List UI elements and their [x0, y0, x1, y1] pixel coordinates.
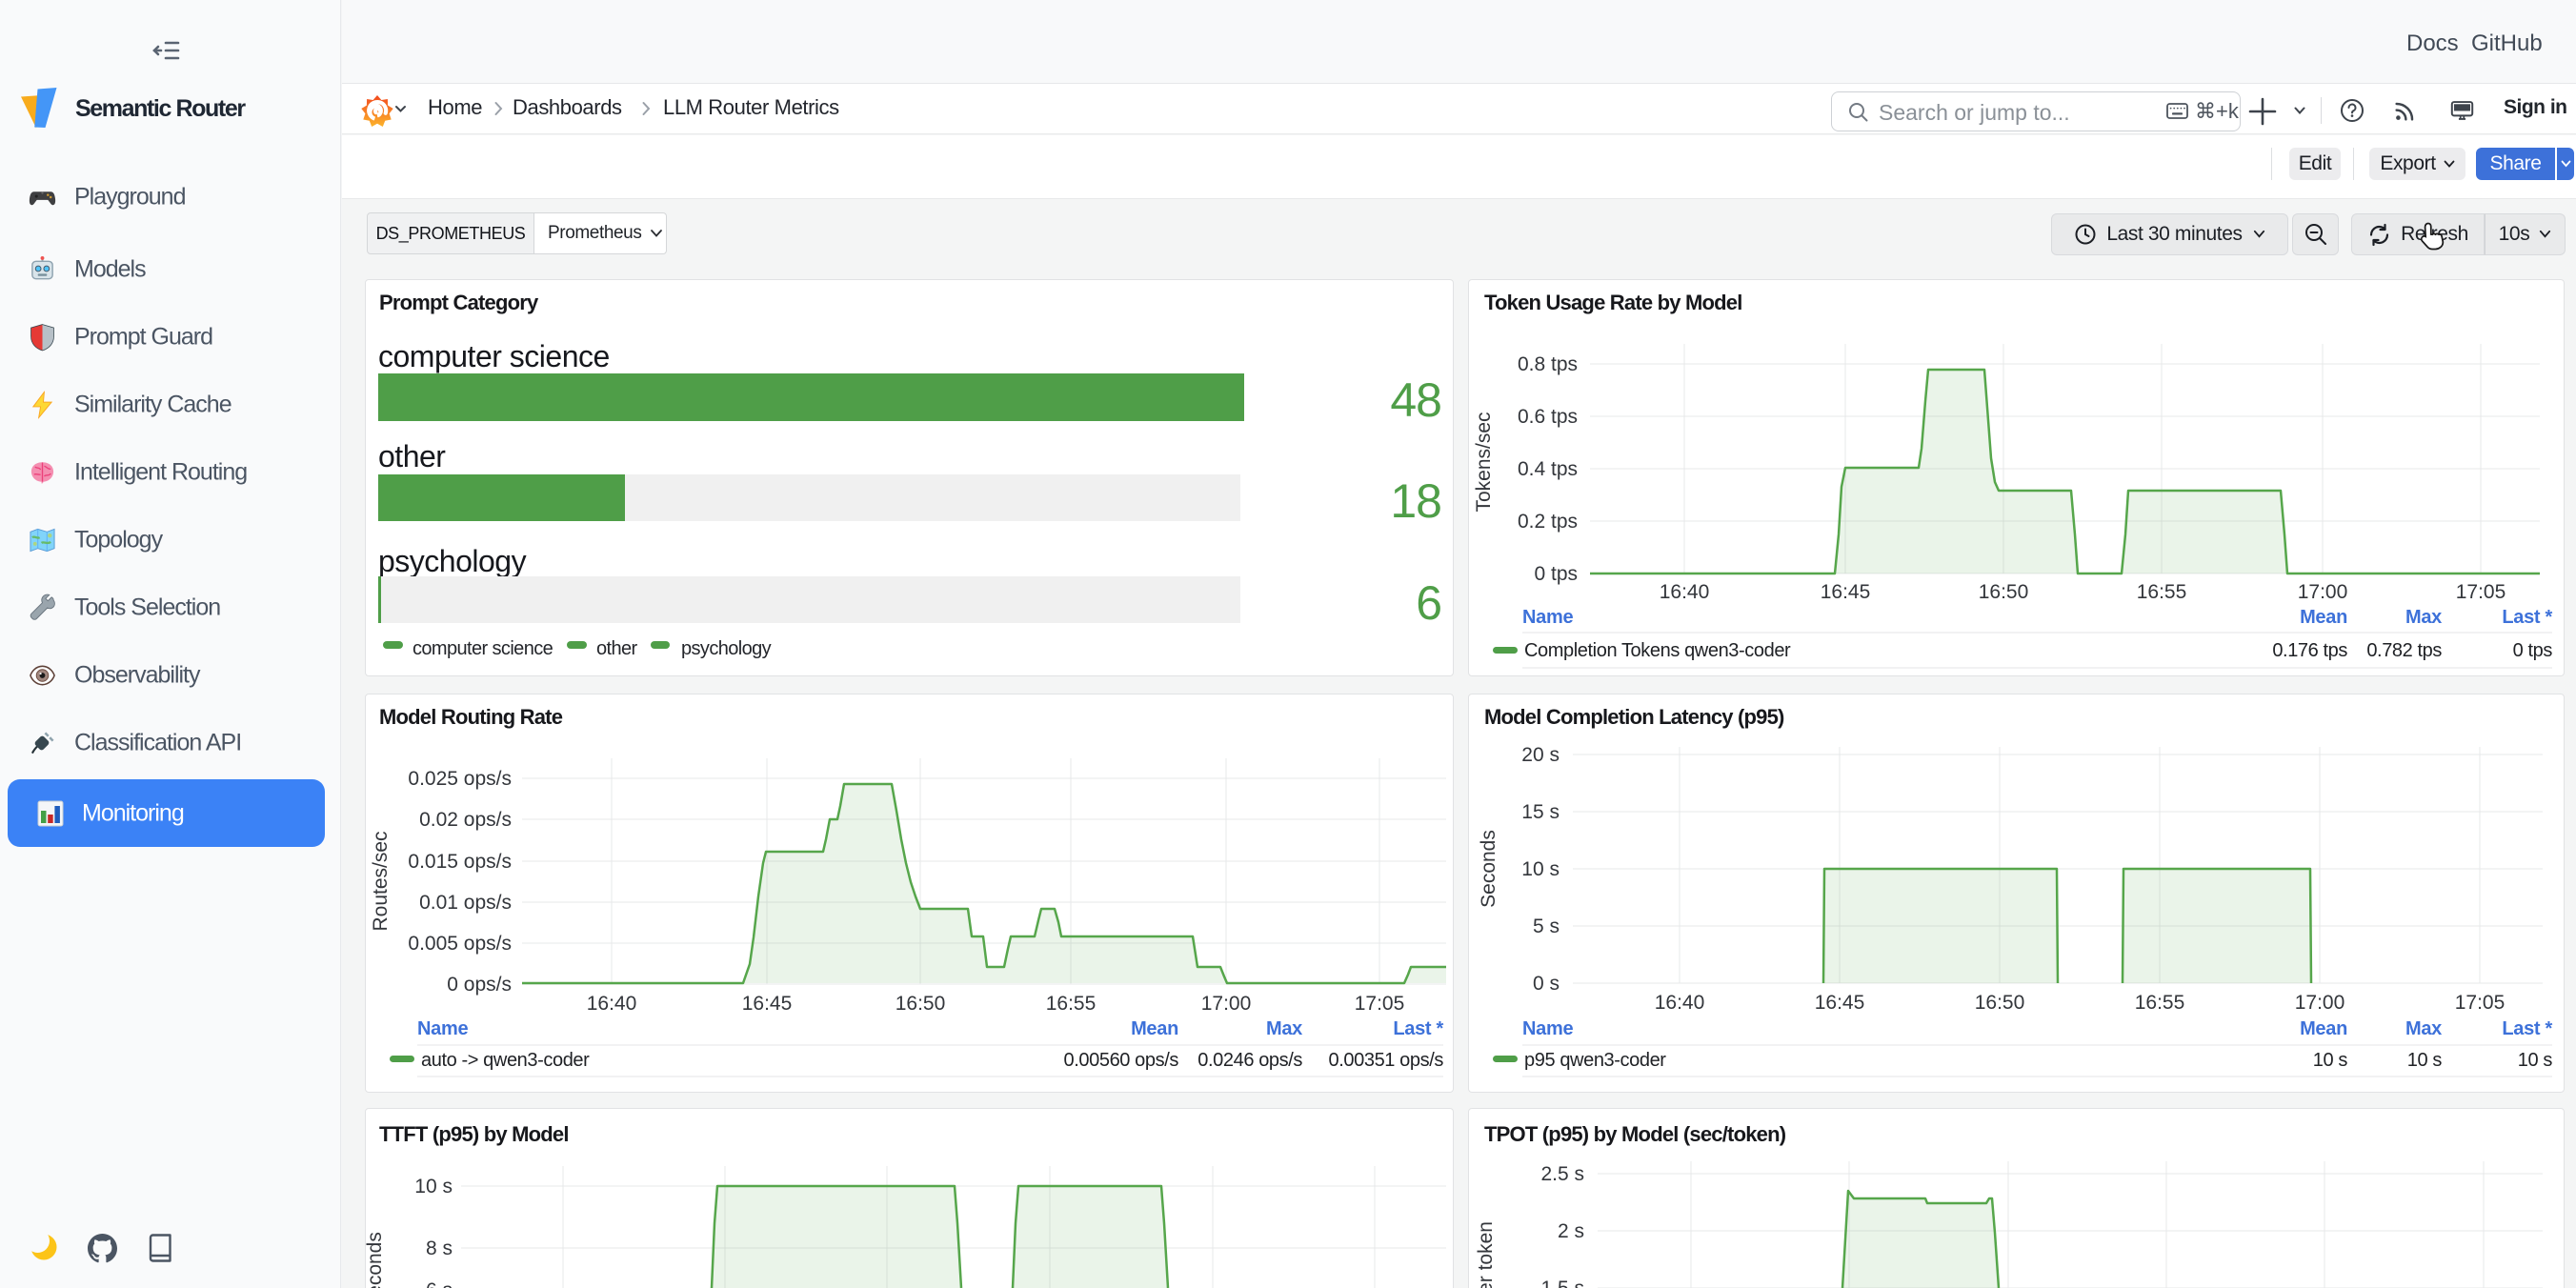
svg-text:Routes/sec: Routes/sec: [370, 831, 392, 931]
svg-text:16:40: 16:40: [1655, 992, 1705, 1014]
svg-text:Seconds: Seconds: [1478, 830, 1499, 908]
svg-text:10 s: 10 s: [2407, 1050, 2443, 1071]
svg-text:17:05: 17:05: [1355, 993, 1405, 1015]
svg-text:0 s: 0 s: [1533, 973, 1560, 995]
svg-text:Max: Max: [1266, 1018, 1302, 1039]
svg-text:other: other: [596, 638, 638, 659]
svg-text:Last *: Last *: [1393, 1018, 1443, 1039]
svg-text:Mean: Mean: [2300, 607, 2347, 628]
svg-text:17:00: 17:00: [1201, 993, 1252, 1015]
svg-text:2 s: 2 s: [1558, 1220, 1584, 1242]
svg-text:10 s: 10 s: [1521, 858, 1560, 880]
svg-text:Name: Name: [1522, 607, 1573, 628]
svg-text:Completion Tokens qwen3-coder: Completion Tokens qwen3-coder: [1524, 640, 1791, 661]
svg-text:Seconds: Seconds: [366, 1232, 386, 1288]
svg-text:Mean: Mean: [1131, 1018, 1178, 1039]
svg-text:16:55: 16:55: [2135, 992, 2185, 1014]
svg-text:5 s: 5 s: [1533, 916, 1560, 937]
svg-text:Max: Max: [2405, 1018, 2442, 1039]
svg-text:16:45: 16:45: [1815, 992, 1865, 1014]
svg-text:0.2 tps: 0.2 tps: [1518, 511, 1578, 533]
svg-text:Tokens/sec: Tokens/sec: [1473, 412, 1495, 512]
svg-text:17:05: 17:05: [2456, 581, 2506, 603]
svg-text:15 s: 15 s: [1521, 801, 1560, 823]
svg-text:0.176 tps: 0.176 tps: [2272, 640, 2347, 661]
svg-text:0.02 ops/s: 0.02 ops/s: [419, 809, 512, 831]
svg-text:10 s: 10 s: [2518, 1050, 2553, 1071]
svg-text:1.5 s: 1.5 s: [1540, 1278, 1584, 1288]
svg-text:16:55: 16:55: [1046, 993, 1097, 1015]
svg-text:Mean: Mean: [2300, 1018, 2347, 1039]
svg-text:0.6 tps: 0.6 tps: [1518, 406, 1578, 428]
svg-text:0.01 ops/s: 0.01 ops/s: [419, 892, 512, 914]
svg-text:Name: Name: [1522, 1018, 1573, 1039]
svg-text:17:00: 17:00: [2298, 581, 2348, 603]
svg-text:Last *: Last *: [2502, 607, 2552, 628]
svg-text:0.8 tps: 0.8 tps: [1518, 353, 1578, 375]
svg-text:0.015 ops/s: 0.015 ops/s: [408, 851, 512, 873]
svg-text:0.00351 ops/s: 0.00351 ops/s: [1329, 1050, 1444, 1071]
svg-text:20 s: 20 s: [1521, 744, 1560, 766]
svg-text:16:45: 16:45: [1821, 581, 1871, 603]
svg-text:10 s: 10 s: [2313, 1050, 2348, 1071]
svg-text:17:00: 17:00: [2295, 992, 2345, 1014]
svg-text:16:55: 16:55: [2137, 581, 2187, 603]
svg-text:0 tps: 0 tps: [1534, 563, 1578, 585]
svg-text:0.782 tps: 0.782 tps: [2366, 640, 2442, 661]
svg-text:16:45: 16:45: [742, 993, 793, 1015]
svg-text:0.00560 ops/s: 0.00560 ops/s: [1064, 1050, 1179, 1071]
svg-text:0.4 tps: 0.4 tps: [1518, 458, 1578, 480]
svg-text:computer science: computer science: [413, 638, 553, 659]
svg-text:p95 qwen3-coder: p95 qwen3-coder: [1524, 1050, 1666, 1071]
svg-text:0 ops/s: 0 ops/s: [447, 974, 512, 996]
svg-text:16:50: 16:50: [1975, 992, 2025, 1014]
svg-text:16:40: 16:40: [587, 993, 637, 1015]
svg-text:Name: Name: [417, 1018, 468, 1039]
svg-text:0.0246 ops/s: 0.0246 ops/s: [1197, 1050, 1302, 1071]
svg-text:0 tps: 0 tps: [2513, 640, 2553, 661]
svg-text:16:50: 16:50: [896, 993, 946, 1015]
svg-text:10 s: 10 s: [414, 1176, 453, 1197]
svg-text:s per token: s per token: [1475, 1221, 1497, 1288]
svg-text:16:40: 16:40: [1660, 581, 1710, 603]
svg-text:psychology: psychology: [681, 638, 772, 659]
svg-text:Max: Max: [2405, 607, 2442, 628]
svg-text:auto -> qwen3-coder: auto -> qwen3-coder: [421, 1050, 590, 1071]
svg-text:6 s: 6 s: [426, 1279, 453, 1288]
svg-text:0.025 ops/s: 0.025 ops/s: [408, 768, 512, 790]
svg-text:16:50: 16:50: [1979, 581, 2029, 603]
svg-text:Last *: Last *: [2502, 1018, 2552, 1039]
svg-text:8 s: 8 s: [426, 1238, 453, 1259]
svg-text:2.5 s: 2.5 s: [1540, 1163, 1584, 1185]
svg-text:0.005 ops/s: 0.005 ops/s: [408, 933, 512, 955]
svg-text:17:05: 17:05: [2455, 992, 2506, 1014]
